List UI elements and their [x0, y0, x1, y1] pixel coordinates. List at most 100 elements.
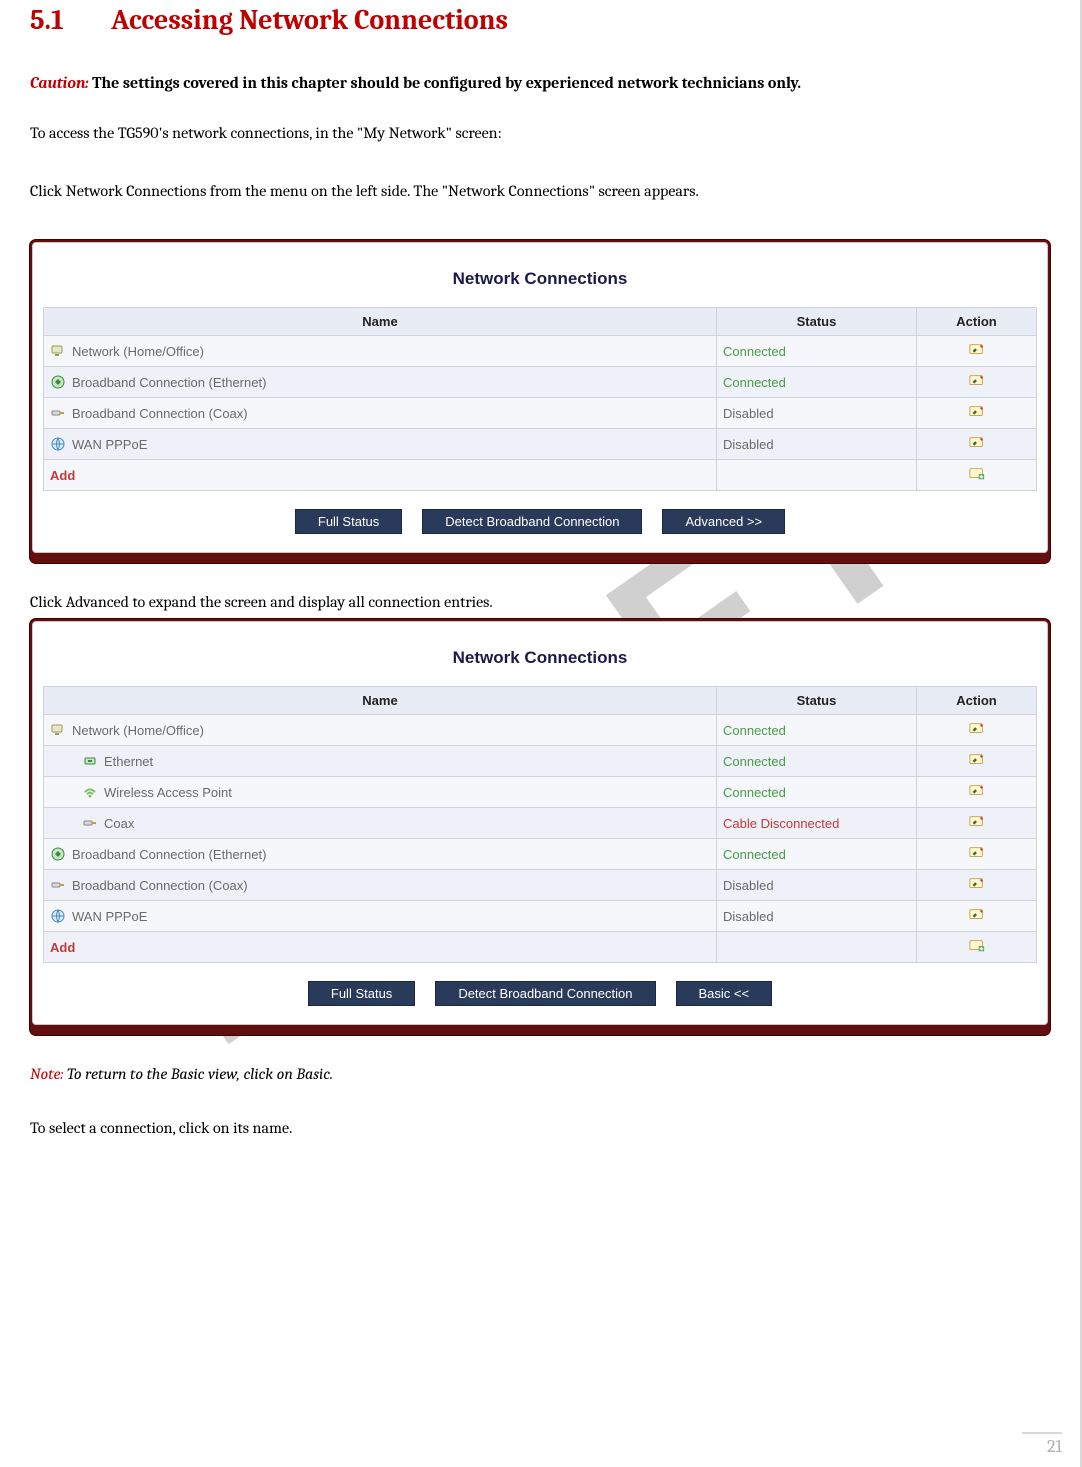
ethernet-sub-icon [82, 753, 98, 769]
edit-icon[interactable] [969, 814, 985, 830]
connection-status: Disabled [717, 429, 917, 460]
connection-status: Connected [717, 839, 917, 870]
connections-table-advanced: Name Status Action Network (Home/Office)… [43, 686, 1037, 963]
screenshot-basic: Network Connections Name Status Action N… [30, 240, 1050, 563]
edit-action[interactable] [917, 715, 1037, 746]
note-text: To return to the Basic view, click on Ba… [67, 1065, 333, 1083]
add-icon[interactable] [969, 466, 985, 482]
col-header-name: Name [44, 308, 717, 336]
wifi-icon [82, 784, 98, 800]
edit-icon[interactable] [969, 876, 985, 892]
add-row[interactable]: Add [44, 932, 1037, 963]
connections-table-basic: Name Status Action Network (Home/Office)… [43, 307, 1037, 491]
connection-status: Connected [717, 715, 917, 746]
table-row: Network (Home/Office) Connected [44, 715, 1037, 746]
caution-label: Caution: [30, 74, 89, 92]
panel-title: Network Connections [43, 251, 1037, 307]
connection-name[interactable]: Broadband Connection (Coax) [72, 406, 248, 421]
connection-name[interactable]: WAN PPPoE [72, 909, 147, 924]
col-header-action: Action [917, 687, 1037, 715]
add-action[interactable] [917, 932, 1037, 963]
connection-name[interactable]: Coax [104, 816, 134, 831]
edit-icon[interactable] [969, 845, 985, 861]
add-icon[interactable] [969, 938, 985, 954]
edit-icon[interactable] [969, 373, 985, 389]
section-number: 5.1 [30, 4, 105, 36]
connection-status: Disabled [717, 901, 917, 932]
edit-action[interactable] [917, 367, 1037, 398]
add-row[interactable]: Add [44, 460, 1037, 491]
table-row: Broadband Connection (Coax) Disabled [44, 398, 1037, 429]
edit-action[interactable] [917, 398, 1037, 429]
add-label[interactable]: Add [44, 460, 717, 491]
connection-name[interactable]: Broadband Connection (Ethernet) [72, 847, 266, 862]
connection-status: Disabled [717, 398, 917, 429]
edit-action[interactable] [917, 870, 1037, 901]
detect-broadband-button[interactable]: Detect Broadband Connection [422, 509, 642, 534]
table-row: Broadband Connection (Ethernet) Connected [44, 839, 1037, 870]
caution-paragraph: Caution: The settings covered in this ch… [30, 74, 1050, 92]
network-icon [50, 343, 66, 359]
connection-name[interactable]: Wireless Access Point [104, 785, 232, 800]
edit-action[interactable] [917, 808, 1037, 839]
ethernet-icon [50, 846, 66, 862]
connection-name[interactable]: WAN PPPoE [72, 437, 147, 452]
detect-broadband-button[interactable]: Detect Broadband Connection [435, 981, 655, 1006]
section-title: Accessing Network Connections [111, 4, 508, 36]
coax-icon [82, 815, 98, 831]
note-paragraph: Note: To return to the Basic view, click… [30, 1065, 1050, 1083]
instruction-line-1: To access the TG590's network connection… [30, 124, 1050, 142]
edit-action[interactable] [917, 901, 1037, 932]
wan-icon [50, 436, 66, 452]
panel-title: Network Connections [43, 630, 1037, 686]
table-row: WAN PPPoE Disabled [44, 429, 1037, 460]
table-row: EthernetConnected [44, 746, 1037, 777]
connection-name[interactable]: Broadband Connection (Ethernet) [72, 375, 266, 390]
edit-icon[interactable] [969, 783, 985, 799]
connection-status: Connected [717, 336, 917, 367]
edit-action[interactable] [917, 336, 1037, 367]
table-row: Network (Home/Office) Connected [44, 336, 1037, 367]
coax-icon [50, 405, 66, 421]
add-action[interactable] [917, 460, 1037, 491]
edit-action[interactable] [917, 839, 1037, 870]
edit-action[interactable] [917, 429, 1037, 460]
col-header-action: Action [917, 308, 1037, 336]
connection-status: Connected [717, 367, 917, 398]
table-row: WAN PPPoE Disabled [44, 901, 1037, 932]
connection-status: Connected [717, 777, 917, 808]
col-header-status: Status [717, 687, 917, 715]
col-header-status: Status [717, 308, 917, 336]
instruction-line-2: Click Network Connections from the menu … [30, 182, 1050, 200]
table-row: Wireless Access Point Connected [44, 777, 1037, 808]
instruction-line-4: To select a connection, click on its nam… [30, 1119, 1050, 1137]
connection-name[interactable]: Network (Home/Office) [72, 344, 204, 359]
edit-icon[interactable] [969, 752, 985, 768]
table-row: Broadband Connection (Ethernet) Connected [44, 367, 1037, 398]
edit-icon[interactable] [969, 342, 985, 358]
edit-icon[interactable] [969, 404, 985, 420]
connection-name[interactable]: Broadband Connection (Coax) [72, 878, 248, 893]
connection-status: Cable Disconnected [717, 808, 917, 839]
note-label: Note: [30, 1065, 63, 1083]
edit-icon[interactable] [969, 907, 985, 923]
edit-icon[interactable] [969, 435, 985, 451]
edit-action[interactable] [917, 777, 1037, 808]
connection-name[interactable]: Network (Home/Office) [72, 723, 204, 738]
edit-icon[interactable] [969, 721, 985, 737]
caution-text: The settings covered in this chapter sho… [92, 74, 801, 92]
screenshot-advanced: Network Connections Name Status Action N… [30, 619, 1050, 1035]
col-header-name: Name [44, 687, 717, 715]
network-icon [50, 722, 66, 738]
connection-status: Disabled [717, 870, 917, 901]
connection-name[interactable]: Ethernet [104, 754, 153, 769]
add-label[interactable]: Add [44, 932, 717, 963]
table-row: Coax Cable Disconnected [44, 808, 1037, 839]
full-status-button[interactable]: Full Status [295, 509, 402, 534]
table-row: Broadband Connection (Coax) Disabled [44, 870, 1037, 901]
page-number: 21 [1022, 1432, 1062, 1457]
full-status-button[interactable]: Full Status [308, 981, 415, 1006]
edit-action[interactable] [917, 746, 1037, 777]
advanced-button[interactable]: Advanced >> [662, 509, 785, 534]
basic-button[interactable]: Basic << [676, 981, 773, 1006]
